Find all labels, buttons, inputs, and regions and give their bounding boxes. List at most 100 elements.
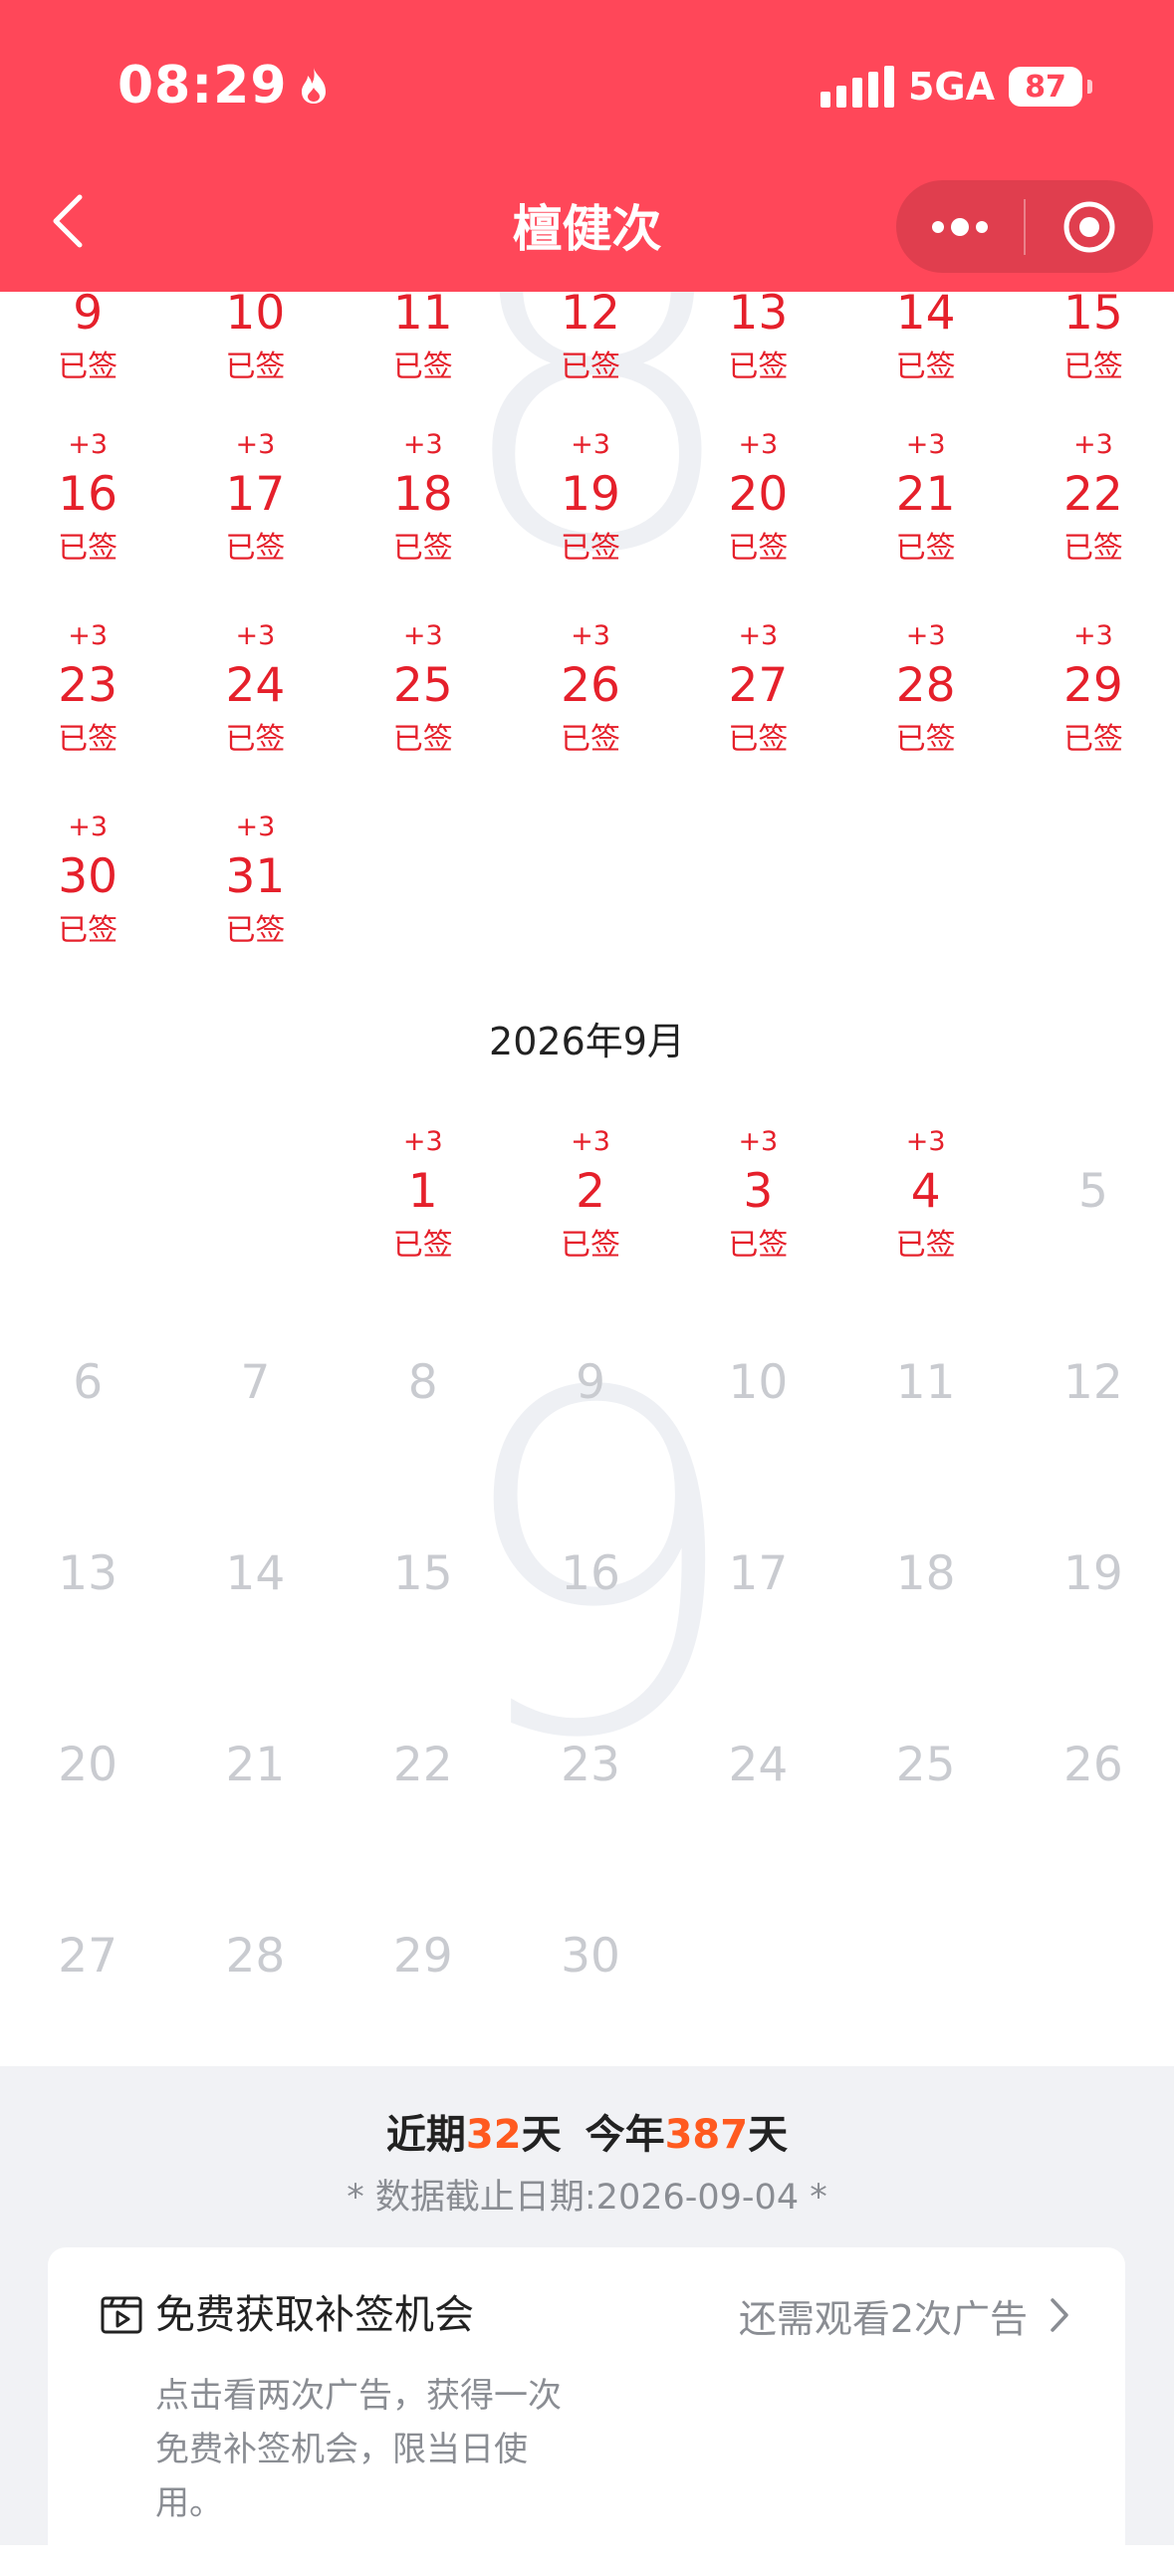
sign-stats: 近期32天 今年387天 [0, 2102, 1174, 2168]
calendar-day[interactable]: +3 3 已签 [678, 1122, 837, 1301]
calendar-day-status: 已签 [561, 1228, 621, 1263]
calendar-day-plus: +3 [905, 620, 946, 651]
battery-icon: 87 [1009, 67, 1092, 107]
calendar-day[interactable]: 27 [8, 1887, 167, 2066]
calendar-day-status: 已签 [728, 531, 789, 566]
calendar-day-number: 11 [392, 286, 453, 341]
calendar-day[interactable]: +3 22 已签 [1014, 425, 1173, 604]
calendar-day[interactable]: +3 1 已签 [344, 1122, 503, 1301]
calendar-day-plus: +3 [1073, 620, 1113, 651]
calendar-day[interactable]: +3 28 已签 [846, 616, 1006, 796]
calendar-day[interactable]: 7 [175, 1313, 335, 1493]
calendar-day[interactable]: 25 [846, 1696, 1006, 1875]
calendar-day-plus: +3 [738, 429, 779, 460]
calendar-day-number: 21 [895, 467, 956, 522]
calendar-day-status: 已签 [392, 722, 453, 757]
calendar-day-number: 16 [561, 1546, 620, 1601]
calendar-day-number: 18 [392, 467, 453, 522]
calendar-day[interactable]: 24 [678, 1696, 837, 1875]
calendar-day-number: 6 [73, 1355, 104, 1410]
calendar-day[interactable]: +3 20 已签 [678, 425, 837, 604]
recent-unit: 天 [521, 2112, 562, 2158]
calendar-day-status: 已签 [728, 350, 789, 384]
miniprogram-capsule [896, 180, 1153, 273]
video-icon [101, 2296, 142, 2334]
calendar-day-plus: +3 [571, 429, 610, 460]
calendar-day[interactable]: 22 [344, 1696, 503, 1875]
calendar-day-number: 20 [728, 467, 789, 522]
calendar-day[interactable]: +3 19 已签 [511, 425, 670, 604]
calendar-day[interactable]: +3 16 已签 [8, 425, 167, 604]
calendar-day[interactable]: +3 21 已签 [846, 425, 1006, 604]
calendar-day[interactable]: 5 [1014, 1122, 1173, 1301]
calendar-day[interactable]: 13 [8, 1505, 167, 1684]
calendar-day-status: 已签 [1062, 722, 1123, 757]
watch-ads-button[interactable]: 还需观看2次广告 [739, 2283, 1069, 2347]
calendar-day-number: 28 [225, 1929, 286, 1984]
close-miniprogram-button[interactable] [1026, 180, 1153, 273]
calendar-day-number: 12 [561, 286, 620, 341]
calendar-day-number: 24 [225, 658, 286, 713]
calendar-day[interactable]: +3 18 已签 [344, 425, 503, 604]
calendar-day[interactable]: 16 [511, 1505, 670, 1684]
calendar-day[interactable]: +3 4 已签 [846, 1122, 1006, 1301]
data-cutoff-date: * 数据截止日期:2026-09-04 * [347, 2178, 827, 2218]
calendar-day[interactable]: 21 [175, 1696, 335, 1875]
calendar-day[interactable]: 23 [511, 1696, 670, 1875]
calendar-day-number: 25 [895, 1738, 956, 1792]
record-target-icon [1063, 201, 1115, 252]
calendar-day[interactable]: +3 27 已签 [678, 616, 837, 796]
calendar-day[interactable]: +3 31 已签 [175, 808, 335, 987]
calendar-day[interactable]: 30 [511, 1887, 670, 2066]
calendar-day[interactable]: 15 [344, 1505, 503, 1684]
calendar-day-plus: +3 [571, 620, 610, 651]
calendar-day[interactable]: +3 24 已签 [175, 616, 335, 796]
more-dots-icon [932, 217, 988, 236]
calendar-day-plus: +3 [68, 429, 109, 460]
calendar-day-plus: +3 [571, 1126, 610, 1157]
calendar-day-number: 13 [58, 1546, 118, 1601]
calendar-day[interactable]: 6 [8, 1313, 167, 1493]
calendar-day-number: 25 [392, 658, 453, 713]
calendar-day[interactable]: +3 17 已签 [175, 425, 335, 604]
calendar-day-plus: +3 [235, 429, 276, 460]
calendar-day-number: 4 [910, 1164, 941, 1219]
calendar-day[interactable]: 29 [344, 1887, 503, 2066]
flame-icon [301, 68, 326, 104]
calendar-day[interactable]: 17 [678, 1505, 837, 1684]
calendar-day[interactable]: 20 [8, 1696, 167, 1875]
recent-label: 近期 [385, 2112, 466, 2158]
calendar-day[interactable]: +3 29 已签 [1014, 616, 1173, 796]
calendar-day-status: 已签 [58, 913, 118, 948]
chevron-right-icon [1051, 2298, 1068, 2332]
calendar-day[interactable]: 26 [1014, 1696, 1173, 1875]
calendar-day[interactable]: +3 23 已签 [8, 616, 167, 796]
calendar-day[interactable]: 9 [511, 1313, 670, 1493]
calendar-day-number: 23 [561, 1738, 620, 1792]
calendar-day[interactable]: 18 [846, 1505, 1006, 1684]
calendar-day-number: 13 [728, 286, 789, 341]
makeup-sign-card[interactable]: 免费获取补签机会 还需观看2次广告 点击看两次广告，获得一次免费补签机会，限当日… [48, 2247, 1125, 2576]
calendar-day[interactable]: 10 [678, 1313, 837, 1493]
calendar-day[interactable]: 14 [175, 1505, 335, 1684]
calendar-day-plus: +3 [738, 1126, 779, 1157]
calendar-day[interactable]: +3 30 已签 [8, 808, 167, 987]
calendar-day-plus: +3 [905, 429, 946, 460]
calendar-day-plus: +3 [402, 620, 443, 651]
calendar-day-number: 11 [895, 1355, 956, 1410]
calendar-day[interactable]: +3 25 已签 [344, 616, 503, 796]
calendar-day[interactable]: 11 [846, 1313, 1006, 1493]
calendar-day-number: 21 [225, 1738, 286, 1792]
calendar-day-number: 14 [895, 286, 956, 341]
calendar-day-number: 31 [225, 849, 286, 904]
calendar-day-status: 已签 [225, 350, 286, 384]
calendar-day[interactable]: +3 2 已签 [511, 1122, 670, 1301]
network-type: 5GA [907, 65, 995, 109]
calendar-day[interactable]: 19 [1014, 1505, 1173, 1684]
calendar-day[interactable]: 12 [1014, 1313, 1173, 1493]
calendar-day[interactable]: 8 [344, 1313, 503, 1493]
more-button[interactable] [896, 180, 1024, 273]
calendar-day[interactable]: 28 [175, 1887, 335, 2066]
calendar-day-status: 已签 [561, 722, 621, 757]
calendar-day[interactable]: +3 26 已签 [511, 616, 670, 796]
